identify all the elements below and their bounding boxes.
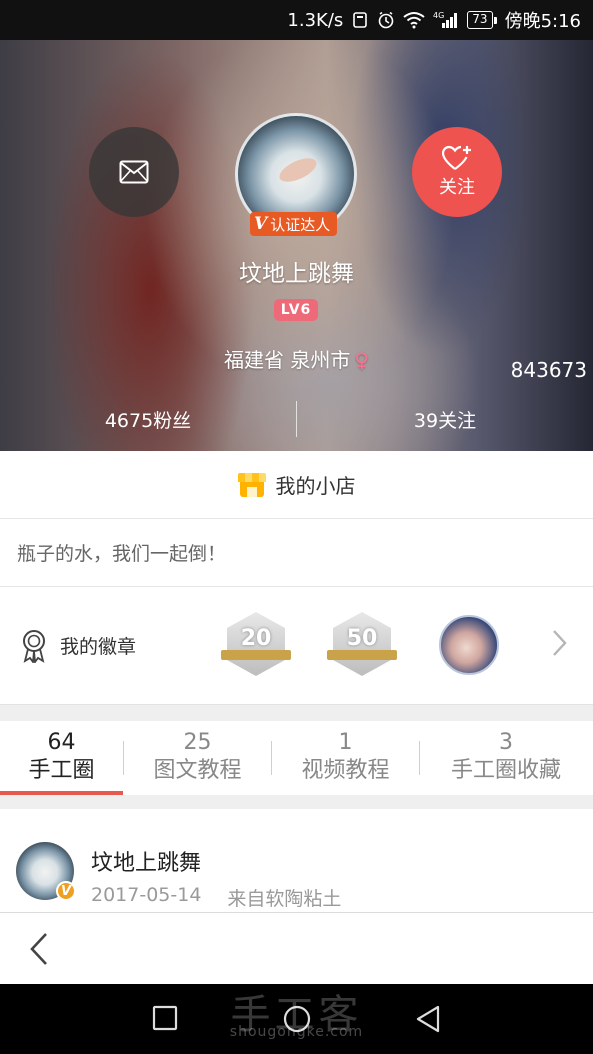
- alarm-icon: [351, 11, 369, 29]
- section-divider: [0, 704, 593, 721]
- location-text: 福建省 泉州市: [223, 348, 351, 372]
- battery-level: 73: [467, 11, 493, 29]
- status-bar: 1.3K/s 4G 73 傍晚5:16: [0, 0, 593, 40]
- tab-video-tutorials[interactable]: 1 视频教程: [272, 721, 419, 795]
- verified-badge: V 认证达人: [250, 212, 338, 236]
- fans-count[interactable]: 4675粉丝: [0, 406, 296, 433]
- content-tabs: 64 手工圈 25 图文教程 1 视频教程 3 手工圈收藏: [0, 721, 593, 795]
- tab-label: 视频教程: [301, 758, 390, 783]
- badge-50-value: 50: [346, 626, 378, 651]
- post-meta: 2017-05-14 来自软陶粘土: [91, 884, 341, 911]
- post-source: 来自软陶粘土: [227, 888, 342, 910]
- wifi-icon: [403, 11, 425, 29]
- profile-stats: 4675粉丝 39关注: [0, 400, 593, 438]
- shop-icon: [237, 472, 266, 497]
- system-nav-bar: [0, 984, 593, 1054]
- badge-50[interactable]: 50: [327, 612, 397, 678]
- tab-handcraft-circle[interactable]: 64 手工圈: [0, 721, 123, 795]
- profile-username: 坟地上跳舞: [239, 261, 354, 287]
- badge-photo[interactable]: [439, 615, 499, 675]
- tab-image-tutorials[interactable]: 25 图文教程: [124, 721, 271, 795]
- female-icon: ♀: [354, 348, 369, 372]
- my-shop-label: 我的小店: [275, 474, 356, 498]
- tab-favorites[interactable]: 3 手工圈收藏: [420, 721, 592, 795]
- chevron-right-icon[interactable]: [552, 629, 568, 657]
- badge-20[interactable]: 20: [221, 612, 291, 678]
- badges-label-group: 我的徽章: [0, 629, 220, 663]
- message-button[interactable]: [89, 127, 179, 217]
- app-bottom-bar: [0, 912, 593, 984]
- network-speed: 1.3K/s: [287, 9, 344, 31]
- back-arrow-icon[interactable]: [26, 931, 52, 967]
- recent-apps-icon[interactable]: [151, 1004, 179, 1032]
- follow-button[interactable]: 关注: [412, 127, 502, 217]
- tab-count: 1: [338, 730, 353, 755]
- tab-label: 手工圈: [28, 758, 95, 783]
- network-type: 4G: [433, 11, 444, 20]
- tab-count: 3: [499, 730, 513, 755]
- tab-count: 25: [183, 730, 212, 755]
- tab-label: 手工圈收藏: [450, 758, 561, 783]
- battery-icon: 73: [467, 11, 497, 29]
- medal-icon: [23, 629, 45, 663]
- badges-row[interactable]: 我的徽章 20 50: [0, 587, 593, 704]
- badges-label: 我的徽章: [60, 636, 137, 658]
- tab-count: 64: [47, 730, 76, 755]
- signal-icon: 4G: [433, 11, 459, 29]
- clock-icon: [377, 11, 395, 29]
- post-author-name[interactable]: 坟地上跳舞: [91, 845, 201, 877]
- level-badge: LV6: [274, 299, 318, 321]
- back-triangle-icon[interactable]: [414, 1004, 442, 1034]
- following-count[interactable]: 39关注: [297, 406, 593, 433]
- clock-time: 傍晚5:16: [504, 11, 581, 32]
- feed-post[interactable]: V 坟地上跳舞 2017-05-14 来自软陶粘土: [0, 809, 593, 912]
- follow-label: 关注: [439, 177, 475, 198]
- tab-label: 图文教程: [153, 758, 242, 783]
- home-icon[interactable]: [282, 1004, 312, 1034]
- my-shop-row[interactable]: 我的小店: [0, 451, 593, 519]
- verified-v-icon: V: [254, 214, 268, 234]
- profile-location: 福建省 泉州市 ♀: [0, 344, 593, 373]
- verified-v-icon: V: [56, 881, 76, 901]
- profile-motto: 瓶子的水，我们一起倒！: [0, 519, 593, 587]
- heart-plus-icon: [442, 145, 471, 170]
- badge-20-value: 20: [240, 626, 272, 651]
- profile-header: V 认证达人 关注 坟地上跳舞 LV6 福建省 泉州市 ♀ 843673 4675…: [0, 40, 593, 451]
- section-divider: [0, 795, 593, 809]
- mail-icon: [119, 160, 149, 184]
- side-number: 843673: [510, 358, 587, 382]
- post-date: 2017-05-14: [91, 884, 202, 906]
- verified-label: 认证达人: [270, 215, 331, 234]
